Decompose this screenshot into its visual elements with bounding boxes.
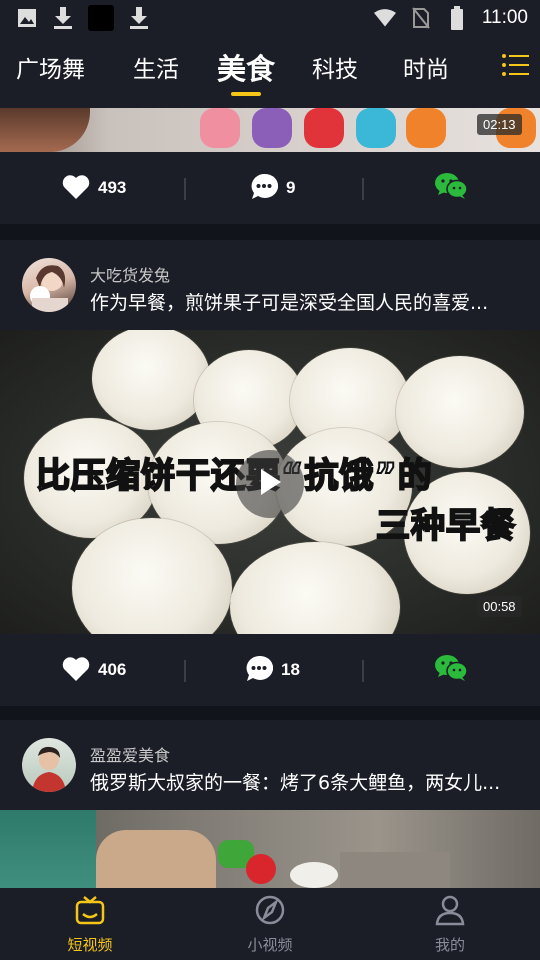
wifi-icon xyxy=(373,7,396,29)
action-row: 406 18 xyxy=(0,634,540,706)
wechat-icon xyxy=(435,655,468,685)
app-icon xyxy=(88,5,114,31)
heart-icon xyxy=(62,174,90,203)
card-separator xyxy=(0,224,540,240)
user-icon xyxy=(434,894,466,930)
nav-short-video[interactable]: 短视频 xyxy=(40,894,140,955)
video-player[interactable]: 比压缩饼干还要“抗饿”的 三种早餐 00:58 xyxy=(0,330,540,634)
card-separator xyxy=(0,706,540,720)
tv-icon xyxy=(74,894,106,930)
nav-profile[interactable]: 我的 xyxy=(400,894,500,955)
like-button[interactable]: 493 xyxy=(62,152,126,224)
tab-square-dance[interactable]: 广场舞 xyxy=(16,50,85,84)
video-overlay-caption: 比压缩饼干还要“抗饿”的 xyxy=(35,455,433,497)
post-header[interactable]: 盈盈爱美食 俄罗斯大叔家的一餐：烤了6条大鲤鱼，两女儿... xyxy=(0,720,540,810)
tab-food[interactable]: 美食 xyxy=(217,46,275,88)
status-time: 11:00 xyxy=(481,7,528,28)
divider xyxy=(184,660,186,682)
comment-count: 9 xyxy=(286,178,296,197)
video-duration: 00:58 xyxy=(477,596,522,617)
wechat-icon xyxy=(435,173,468,203)
image-icon xyxy=(16,7,38,29)
tab-fashion[interactable]: 时尚 xyxy=(403,50,449,84)
play-button[interactable] xyxy=(236,450,304,518)
bottom-navigation: 短视频 小视频 我的 xyxy=(0,888,540,960)
heart-icon xyxy=(62,656,90,685)
nav-label: 小视频 xyxy=(247,936,293,954)
author-name[interactable]: 盈盈爱美食 xyxy=(90,742,170,766)
compass-icon xyxy=(254,894,286,930)
tab-tech[interactable]: 科技 xyxy=(312,50,358,84)
category-tab-bar: 广场舞 生活 美食 科技 时尚 xyxy=(0,36,540,108)
comment-button[interactable]: 9 xyxy=(250,152,295,224)
active-tab-indicator xyxy=(231,92,261,96)
wechat-share-button[interactable] xyxy=(435,634,468,706)
nav-mini-video[interactable]: 小视频 xyxy=(220,894,320,955)
play-icon xyxy=(258,468,282,500)
avatar[interactable] xyxy=(22,258,76,312)
avatar[interactable] xyxy=(22,738,76,792)
video-thumbnail[interactable] xyxy=(0,810,540,888)
like-count: 406 xyxy=(98,660,127,679)
divider xyxy=(362,660,364,682)
author-name[interactable]: 大吃货发兔 xyxy=(90,262,170,286)
comment-count: 18 xyxy=(281,660,300,679)
download-icon xyxy=(128,7,150,29)
comment-icon xyxy=(250,173,279,204)
video-overlay-caption: 三种早餐 xyxy=(375,505,516,547)
download-icon xyxy=(52,7,74,29)
comment-icon xyxy=(245,655,274,686)
video-thumbnail[interactable]: 02:13 xyxy=(0,108,540,152)
like-count: 493 xyxy=(98,178,127,197)
comment-button[interactable]: 18 xyxy=(245,634,300,706)
post-title[interactable]: 作为早餐，煎饼果子可是深受全国人民的喜爱... xyxy=(90,288,530,315)
menu-icon[interactable] xyxy=(502,52,530,78)
video-duration: 02:13 xyxy=(477,114,522,135)
divider xyxy=(184,178,186,200)
action-row: 493 9 xyxy=(0,152,540,224)
nav-label: 短视频 xyxy=(67,936,113,954)
nav-label: 我的 xyxy=(434,936,465,954)
like-button[interactable]: 406 xyxy=(62,634,126,706)
post-header[interactable]: 大吃货发兔 作为早餐，煎饼果子可是深受全国人民的喜爱... xyxy=(0,240,540,330)
no-sim-icon xyxy=(410,7,432,29)
tab-life[interactable]: 生活 xyxy=(133,50,179,84)
divider xyxy=(362,178,364,200)
post-title[interactable]: 俄罗斯大叔家的一餐：烤了6条大鲤鱼，两女儿... xyxy=(90,768,530,795)
status-bar: 11:00 xyxy=(0,0,540,36)
battery-icon xyxy=(446,6,468,30)
wechat-share-button[interactable] xyxy=(435,152,468,224)
